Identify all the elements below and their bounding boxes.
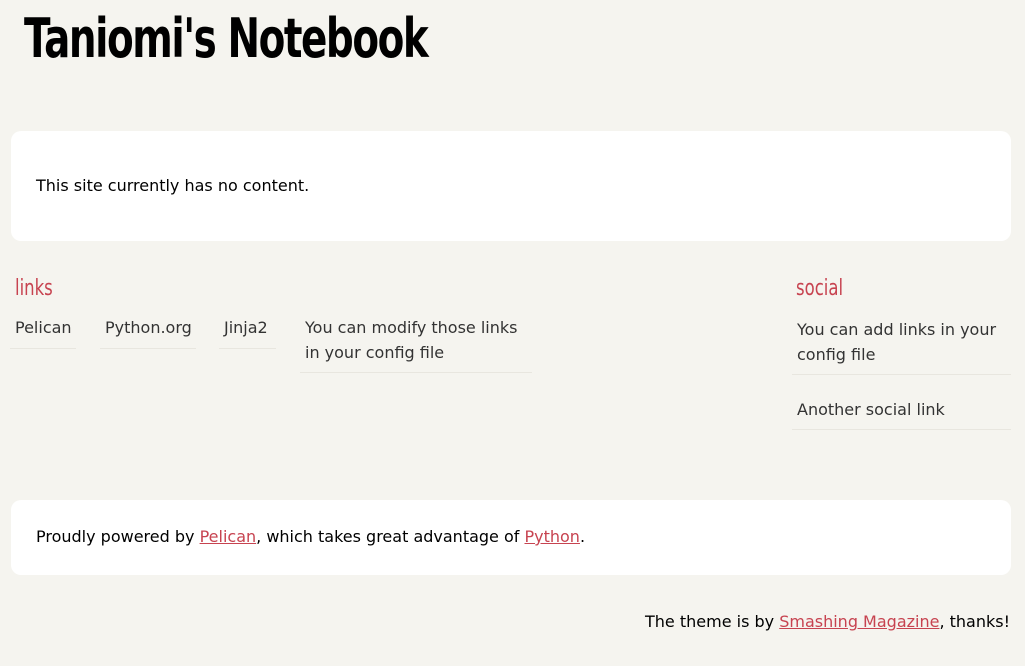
blogroll-title: links <box>15 276 53 301</box>
social-title: social <box>796 276 844 301</box>
powered-prefix: Proudly powered by <box>36 527 200 546</box>
social-item-another[interactable]: Another social link <box>792 397 1011 430</box>
theme-credit: The theme is by Smashing Magazine, thank… <box>645 612 1010 631</box>
content-panel: This site currently has no content. <box>11 131 1011 241</box>
smashing-magazine-link[interactable]: Smashing Magazine <box>779 612 939 631</box>
footer-panel: Proudly powered by Pelican, which takes … <box>11 500 1011 575</box>
blogroll-item-pelican[interactable]: Pelican <box>10 315 76 349</box>
pelican-link[interactable]: Pelican <box>200 527 257 546</box>
theme-prefix: The theme is by <box>645 612 780 631</box>
python-link[interactable]: Python <box>524 527 579 546</box>
blogroll-link[interactable]: You can modify those links in your confi… <box>305 318 517 362</box>
blogroll-item-jinja2[interactable]: Jinja2 <box>219 315 276 349</box>
blogroll-link[interactable]: Pelican <box>15 318 72 337</box>
powered-by-text: Proudly powered by Pelican, which takes … <box>36 527 585 546</box>
blogroll-item-config-note[interactable]: You can modify those links in your confi… <box>300 315 532 373</box>
social-item-config[interactable]: You can add links in your config file <box>792 317 1011 375</box>
powered-middle: , which takes great advantage of <box>256 527 525 546</box>
empty-content-message: This site currently has no content. <box>36 176 310 195</box>
social-link[interactable]: Another social link <box>797 400 945 419</box>
social-link[interactable]: You can add links in your config file <box>797 320 996 364</box>
theme-suffix: , thanks! <box>939 612 1010 631</box>
site-title[interactable]: Taniomi's Notebook <box>24 4 429 74</box>
blogroll-item-python-org[interactable]: Python.org <box>100 315 196 349</box>
blogroll-link[interactable]: Python.org <box>105 318 192 337</box>
blogroll-link[interactable]: Jinja2 <box>224 318 268 337</box>
powered-suffix: . <box>579 527 586 546</box>
